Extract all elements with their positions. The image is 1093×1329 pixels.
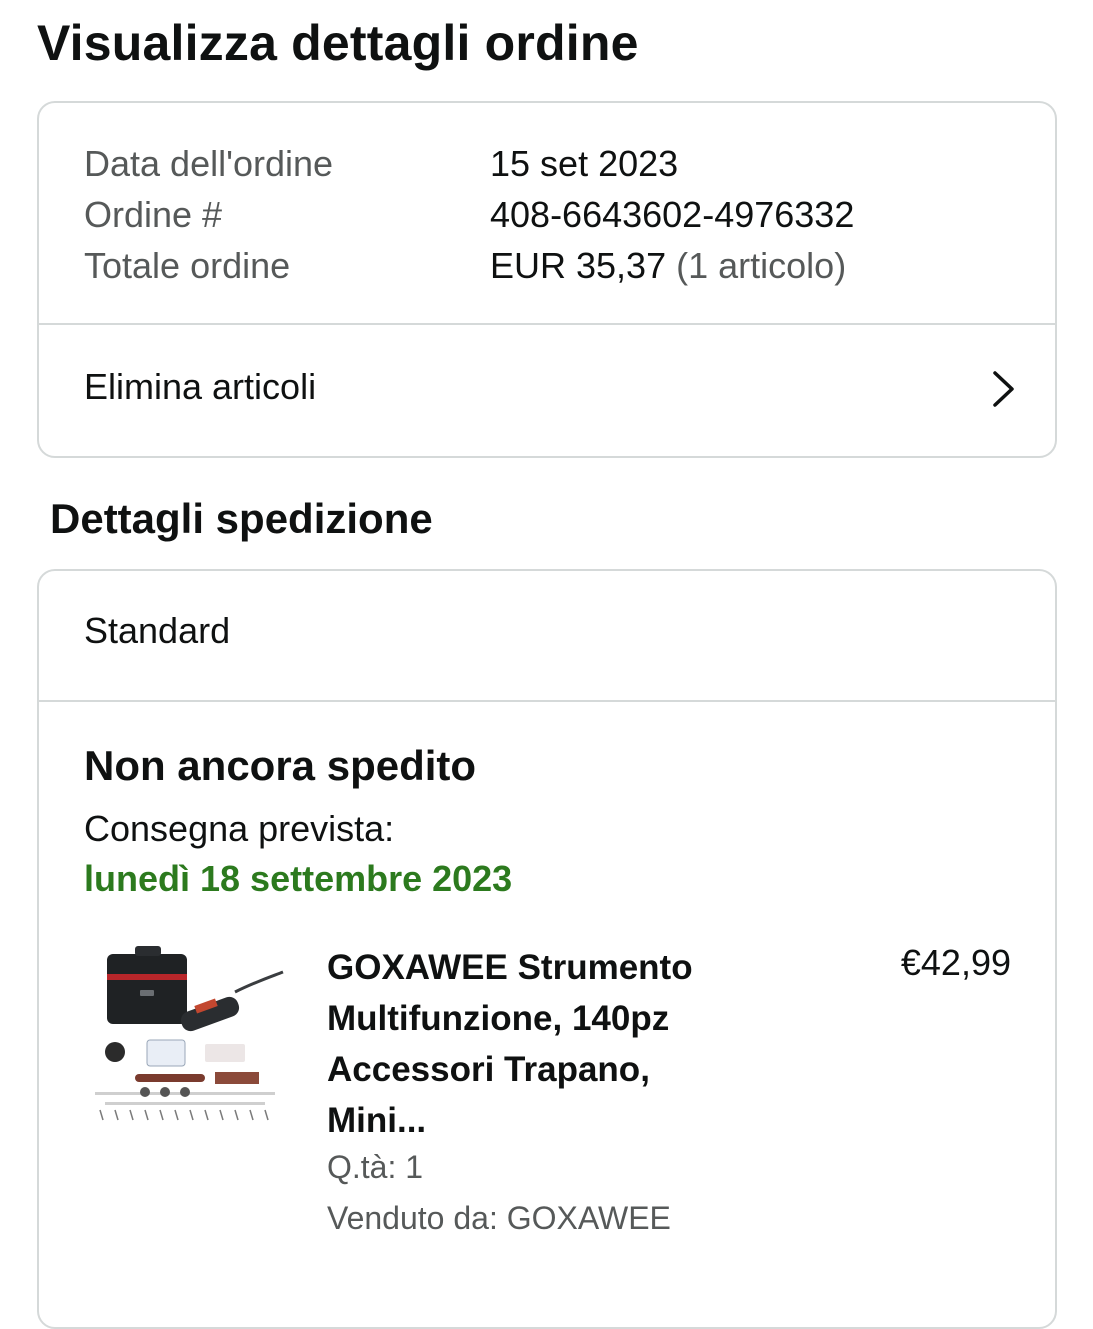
shipment-details: Non ancora spedito Consegna prevista: lu… [39, 702, 1055, 1322]
shipping-section-title: Dettagli spedizione [50, 495, 433, 542]
eta-label: Consegna prevista: [84, 808, 395, 849]
order-summary: Data dell'ordine 15 set 2023 Ordine # 40… [39, 103, 1055, 325]
chevron-right-icon [993, 371, 1014, 407]
order-total-value: EUR 35,37 (1 articolo) [490, 245, 846, 287]
shipping-method: Standard [84, 610, 231, 651]
order-total-amount: EUR 35,37 [490, 245, 667, 286]
order-date-value: 15 set 2023 [490, 143, 679, 184]
product-title-line: Mini... [327, 1101, 427, 1140]
product-title-link[interactable]: GOXAWEE Strumento Multifunzione, 140pz A… [327, 942, 757, 1146]
shipping-method-row: Standard [39, 571, 1055, 702]
product-price: €42,99 [900, 942, 1011, 983]
order-total-items: (1 articolo) [676, 245, 847, 286]
shipment-status: Non ancora spedito [84, 742, 477, 789]
product-image[interactable] [85, 942, 285, 1122]
product-title-line: GOXAWEE Strumento [327, 948, 693, 987]
product-seller: Venduto da: GOXAWEE [327, 1200, 671, 1236]
order-total-label: Totale ordine [84, 245, 291, 286]
product-quantity: Q.tà: 1 [327, 1149, 424, 1185]
eta-date: lunedì 18 settembre 2023 [84, 858, 513, 899]
page-title: Visualizza dettagli ordine [37, 15, 639, 71]
product-title-line: Accessori Trapano, [327, 1050, 650, 1089]
order-date-label: Data dell'ordine [84, 143, 334, 184]
product-title-line: Multifunzione, 140pz [327, 999, 670, 1038]
delete-items-row[interactable]: Elimina articoli [39, 325, 1055, 456]
shipping-card: Standard Non ancora spedito Consegna pre… [37, 569, 1057, 1329]
delete-items-label: Elimina articoli [84, 366, 317, 407]
order-number-label: Ordine # [84, 194, 223, 235]
order-number-value: 408-6643602-4976332 [490, 194, 855, 235]
order-summary-card: Data dell'ordine 15 set 2023 Ordine # 40… [37, 101, 1057, 458]
